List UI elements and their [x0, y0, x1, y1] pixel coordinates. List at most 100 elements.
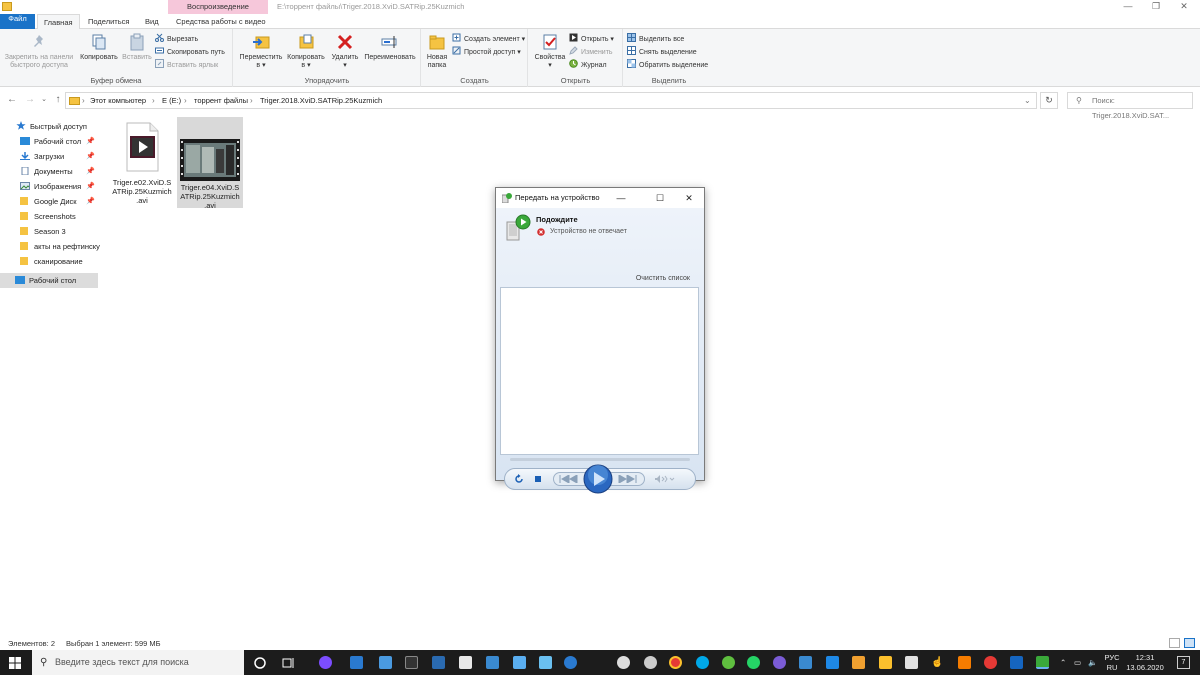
copy-button[interactable]: Копировать	[78, 33, 120, 62]
restore-icon[interactable]: ❐	[1142, 0, 1170, 14]
wmp-cast-icon[interactable]	[1036, 656, 1049, 669]
nav-item-pictures[interactable]: Изображения 📌	[20, 179, 100, 194]
recent-locations-icon[interactable]: ⌄	[38, 94, 50, 106]
properties-button[interactable]: Свойства ▾	[533, 33, 567, 70]
details-view-icon[interactable]	[1169, 638, 1180, 648]
easy-access-button[interactable]: Простой доступ ▾	[452, 46, 521, 58]
taskbar-search-input[interactable]: ⚲ Введите здесь текст для поиска	[32, 650, 244, 675]
nav-desktop-root[interactable]: Рабочий стол	[0, 273, 98, 288]
calculator-icon[interactable]	[459, 656, 472, 669]
language-indicator[interactable]: РУС RU	[1103, 653, 1121, 673]
skype-icon[interactable]	[696, 656, 709, 669]
nav-item-acts[interactable]: акты на рефтинску	[20, 239, 100, 254]
breadcrumb-torrents[interactable]: торрент файлы	[194, 93, 248, 108]
edit-button[interactable]: Изменить	[569, 46, 613, 58]
new-item-button[interactable]: Создать элемент ▾	[452, 33, 525, 45]
nav-item-downloads[interactable]: Загрузки 📌	[20, 149, 100, 164]
back-arrow-icon[interactable]: ←	[6, 94, 18, 106]
tab-file[interactable]: Файл	[0, 14, 35, 29]
cut-button[interactable]: Вырезать	[155, 33, 198, 45]
telegram-icon[interactable]	[826, 656, 839, 669]
up-arrow-icon[interactable]: ↑	[52, 94, 64, 106]
select-none-button[interactable]: Снять выделение	[627, 46, 697, 58]
paste-button[interactable]: Вставить	[121, 33, 153, 62]
nav-item-screenshots[interactable]: Screenshots	[20, 209, 76, 224]
dialog-minimize-icon[interactable]: —	[611, 191, 631, 205]
media-icon[interactable]	[852, 656, 865, 669]
breadcrumb-separator[interactable]: ›	[184, 93, 187, 108]
minimize-icon[interactable]: —	[1114, 0, 1142, 14]
vlc-icon[interactable]	[958, 656, 971, 669]
photos-icon[interactable]	[486, 656, 499, 669]
whatsapp-icon[interactable]	[747, 656, 760, 669]
file-item[interactable]: Triger.e02.XviD.S ATRip.25Kuzmich .avi	[109, 118, 175, 208]
next-icon[interactable]	[617, 475, 637, 483]
delete-button[interactable]: Удалить ▾	[330, 33, 360, 70]
tab-share[interactable]: Поделиться	[82, 14, 135, 29]
close-icon[interactable]: ✕	[1170, 0, 1198, 14]
nav-item-documents[interactable]: Документы 📌	[20, 164, 100, 179]
dialog-maximize-icon[interactable]: ☐	[650, 191, 670, 205]
viber-icon[interactable]	[773, 656, 786, 669]
breadcrumb-current-folder[interactable]: Triger.2018.XviD.SATRip.25Kuzmich	[260, 93, 382, 108]
file-item-selected[interactable]: Triger.e04.XviD.S ATRip.25Kuzmich .avi	[177, 117, 243, 210]
mail-icon[interactable]	[379, 656, 392, 669]
invert-selection-button[interactable]: Обратить выделение	[627, 59, 708, 71]
yandex-browser-icon[interactable]	[984, 656, 997, 669]
open-button[interactable]: Открыть ▾	[569, 33, 614, 45]
new-folder-button[interactable]: Новая папка	[424, 33, 450, 70]
nav-item-season-3[interactable]: Season 3	[20, 224, 66, 239]
tab-view[interactable]: Вид	[139, 14, 165, 29]
tab-home[interactable]: Главная	[37, 14, 80, 30]
pin-quick-access-button[interactable]: Закрепить на панели быстрого доступа	[2, 33, 76, 70]
move-to-button[interactable]: Переместить в ▾	[236, 33, 286, 70]
history-button[interactable]: Журнал	[569, 59, 607, 71]
playlist-box[interactable]	[500, 287, 699, 455]
chrome-icon[interactable]	[669, 656, 682, 669]
tab-video-tools[interactable]: Средства работы с видео	[170, 14, 272, 29]
powershell-icon[interactable]	[432, 656, 445, 669]
pdf-icon[interactable]	[1010, 656, 1023, 669]
breadcrumb-separator[interactable]: ›	[250, 93, 253, 108]
notes-icon[interactable]	[905, 656, 918, 669]
breadcrumb-separator[interactable]: ›	[152, 93, 155, 108]
forward-arrow-icon[interactable]: →	[24, 94, 36, 106]
folder-icon[interactable]	[2, 2, 12, 11]
notifications-icon[interactable]: 7	[1177, 656, 1190, 669]
stop-icon[interactable]	[534, 475, 542, 483]
terminal-icon[interactable]	[405, 656, 418, 669]
norton-icon[interactable]	[879, 656, 892, 669]
cursor-icon[interactable]: ☝	[931, 656, 944, 669]
search-input[interactable]: ⚲ Поиск: Triger.2018.XviD.SAT...	[1067, 92, 1193, 120]
nav-item-google-drive[interactable]: Google Диск 📌	[20, 194, 100, 209]
large-icons-view-icon[interactable]	[1184, 638, 1195, 648]
alice-icon[interactable]	[319, 656, 332, 669]
clear-list-link[interactable]: Очистить список	[636, 275, 690, 282]
store-icon[interactable]	[350, 656, 363, 669]
volume-tray-icon[interactable]: 🔈	[1088, 650, 1097, 675]
breadcrumb-separator[interactable]: ›	[82, 93, 85, 108]
wordpress-icon[interactable]	[644, 656, 657, 669]
seek-bar[interactable]	[510, 458, 690, 461]
play-icon[interactable]	[583, 464, 613, 494]
zoom-icon[interactable]	[799, 656, 812, 669]
tray-chevron-icon[interactable]: ⌃	[1060, 650, 1066, 675]
previous-icon[interactable]	[559, 475, 579, 483]
breadcrumb-drive[interactable]: E (E:)	[162, 93, 181, 108]
dialog-close-icon[interactable]: ✕	[679, 191, 699, 205]
cortana-icon[interactable]	[254, 657, 266, 669]
paste-shortcut-button[interactable]: Вставить ярлык	[155, 59, 218, 71]
settings-gear-icon[interactable]	[617, 656, 630, 669]
windows-start-icon[interactable]	[9, 657, 21, 669]
edge-icon[interactable]	[564, 656, 577, 669]
copy-path-button[interactable]: Скопировать путь	[155, 46, 225, 58]
refresh-icon[interactable]: ↻	[1040, 92, 1058, 109]
chevron-down-icon[interactable]: ⌄	[1024, 93, 1031, 108]
utorrent-icon[interactable]	[722, 656, 735, 669]
rename-button[interactable]: Переименовать	[362, 33, 418, 62]
nav-quick-access[interactable]: Быстрый доступ	[16, 119, 87, 134]
nav-item-scanning[interactable]: сканирование	[20, 254, 83, 269]
address-bar[interactable]: › Этот компьютер › E (E:) › торрент файл…	[65, 92, 1037, 109]
task-view-icon[interactable]	[282, 657, 294, 669]
breadcrumb-this-pc[interactable]: Этот компьютер	[90, 93, 146, 108]
